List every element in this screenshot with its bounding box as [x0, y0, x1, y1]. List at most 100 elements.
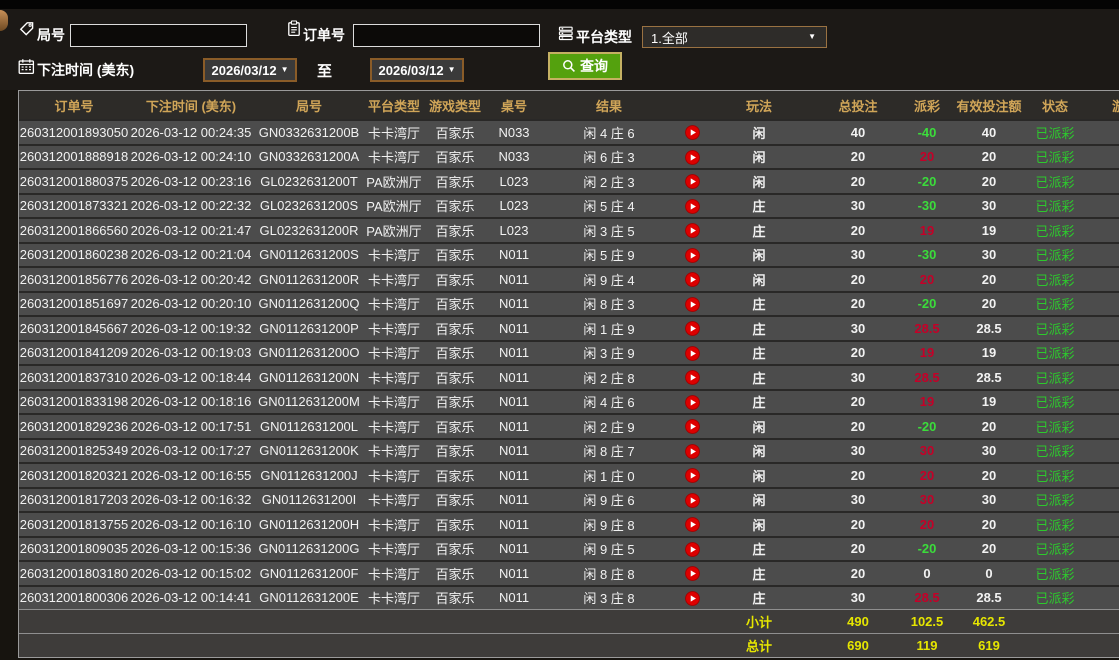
play-icon[interactable]: [684, 590, 700, 606]
cell-payout: -30: [905, 192, 949, 217]
play-icon[interactable]: [684, 345, 700, 361]
col-header-status: 状态: [1029, 91, 1081, 119]
cell-round-number: GN0112631200I: [253, 486, 365, 511]
play-icon[interactable]: [684, 443, 700, 459]
cell-round-number: GN0332631200B: [253, 119, 365, 144]
cell-extra: [1081, 486, 1119, 511]
play-icon[interactable]: [684, 541, 700, 557]
cell-payout: 20: [905, 266, 949, 291]
date-to-select[interactable]: 2026/03/12 ▼: [370, 58, 464, 82]
cell-bet-time: 2026-03-12 00:16:10: [129, 511, 253, 536]
cell-replay: [677, 560, 707, 585]
table-row: 260312001800306 2026-03-12 00:14:41 GN01…: [19, 584, 1119, 609]
play-icon[interactable]: [684, 125, 700, 141]
cell-payout: 0: [905, 560, 949, 585]
table-footer: 小计 490 102.5 462.5 总计 690 119 619: [19, 609, 1119, 657]
cell-platform-type: 卡卡湾厅: [365, 241, 423, 266]
play-icon[interactable]: [684, 296, 700, 312]
chevron-down-icon: ▼: [808, 32, 816, 41]
play-icon[interactable]: [684, 370, 700, 386]
cell-round-number: GN0112631200P: [253, 315, 365, 340]
cell-payout: -20: [905, 535, 949, 560]
play-icon[interactable]: [684, 492, 700, 508]
cell-platform-type: 卡卡湾厅: [365, 462, 423, 487]
table-row: 260312001851697 2026-03-12 00:20:10 GN01…: [19, 290, 1119, 315]
play-icon[interactable]: [684, 321, 700, 337]
cell-status: 已派彩: [1029, 119, 1081, 144]
cell-result: 闲 1 庄 9: [541, 315, 677, 340]
table-row: 260312001860238 2026-03-12 00:21:04 GN01…: [19, 241, 1119, 266]
cell-round-number: GN0112631200J: [253, 462, 365, 487]
cell-bet-time: 2026-03-12 00:15:02: [129, 560, 253, 585]
col-header-result: 结果: [541, 91, 677, 119]
platform-type-select[interactable]: 1.全部 ▼: [642, 26, 827, 48]
cell-bet-on: 庄: [707, 364, 811, 389]
cell-order-number: 260312001893050: [19, 119, 129, 144]
cell-payout: 20: [905, 462, 949, 487]
cell-game-type: 百家乐: [423, 290, 487, 315]
cell-payout: 28.5: [905, 364, 949, 389]
cell-table-number: N011: [487, 266, 541, 291]
play-icon[interactable]: [684, 149, 700, 165]
cell-valid-bet: 30: [949, 437, 1029, 462]
tag-icon: [19, 21, 35, 42]
cell-total-bet: 20: [811, 560, 905, 585]
cell-payout: 28.5: [905, 315, 949, 340]
cell-bet-on: 闲: [707, 119, 811, 144]
cell-status: 已派彩: [1029, 584, 1081, 609]
cell-result: 闲 8 庄 7: [541, 437, 677, 462]
cell-valid-bet: 19: [949, 388, 1029, 413]
cell-payout: 20: [905, 511, 949, 536]
cell-extra: [1081, 339, 1119, 364]
table-row: 260312001833198 2026-03-12 00:18:16 GN01…: [19, 388, 1119, 413]
cell-valid-bet: 40: [949, 119, 1029, 144]
cell-result: 闲 9 庄 8: [541, 511, 677, 536]
cell-game-type: 百家乐: [423, 511, 487, 536]
subtotal-valid-bet: 462.5: [949, 609, 1029, 633]
search-button[interactable]: 查询: [548, 52, 622, 80]
cell-bet-time: 2026-03-12 00:19:32: [129, 315, 253, 340]
cell-game-type: 百家乐: [423, 364, 487, 389]
cell-status: 已派彩: [1029, 388, 1081, 413]
play-icon[interactable]: [684, 174, 700, 190]
cell-bet-on: 庄: [707, 388, 811, 413]
cell-platform-type: 卡卡湾厅: [365, 266, 423, 291]
cell-order-number: 260312001809035: [19, 535, 129, 560]
cell-replay: [677, 462, 707, 487]
play-icon[interactable]: [684, 566, 700, 582]
cell-platform-type: 卡卡湾厅: [365, 486, 423, 511]
cell-total-bet: 20: [811, 168, 905, 193]
play-icon[interactable]: [684, 272, 700, 288]
cell-result: 闲 2 庄 9: [541, 413, 677, 438]
cell-replay: [677, 217, 707, 242]
cell-total-bet: 30: [811, 315, 905, 340]
grand-total-payout: 119: [905, 633, 949, 657]
date-from-select[interactable]: 2026/03/12 ▼: [203, 58, 297, 82]
col-header-table: 桌号: [487, 91, 541, 119]
cell-bet-on: 庄: [707, 192, 811, 217]
round-number-input[interactable]: [70, 24, 247, 47]
cell-valid-bet: 20: [949, 143, 1029, 168]
cell-status: 已派彩: [1029, 560, 1081, 585]
cell-valid-bet: 19: [949, 217, 1029, 242]
cell-payout: 19: [905, 217, 949, 242]
cell-table-number: N011: [487, 511, 541, 536]
play-icon[interactable]: [684, 517, 700, 533]
play-icon[interactable]: [684, 223, 700, 239]
play-icon[interactable]: [684, 198, 700, 214]
play-icon[interactable]: [684, 247, 700, 263]
cell-total-bet: 20: [811, 290, 905, 315]
top-bar: [0, 0, 1119, 9]
search-button-label: 查询: [580, 58, 608, 74]
cell-payout: 20: [905, 143, 949, 168]
cell-replay: [677, 143, 707, 168]
play-icon[interactable]: [684, 419, 700, 435]
cell-valid-bet: 30: [949, 192, 1029, 217]
cell-extra: [1081, 535, 1119, 560]
cell-round-number: GN0112631200E: [253, 584, 365, 609]
play-icon[interactable]: [684, 394, 700, 410]
cell-game-type: 百家乐: [423, 266, 487, 291]
cell-status: 已派彩: [1029, 462, 1081, 487]
play-icon[interactable]: [684, 468, 700, 484]
order-number-input[interactable]: [353, 24, 540, 47]
